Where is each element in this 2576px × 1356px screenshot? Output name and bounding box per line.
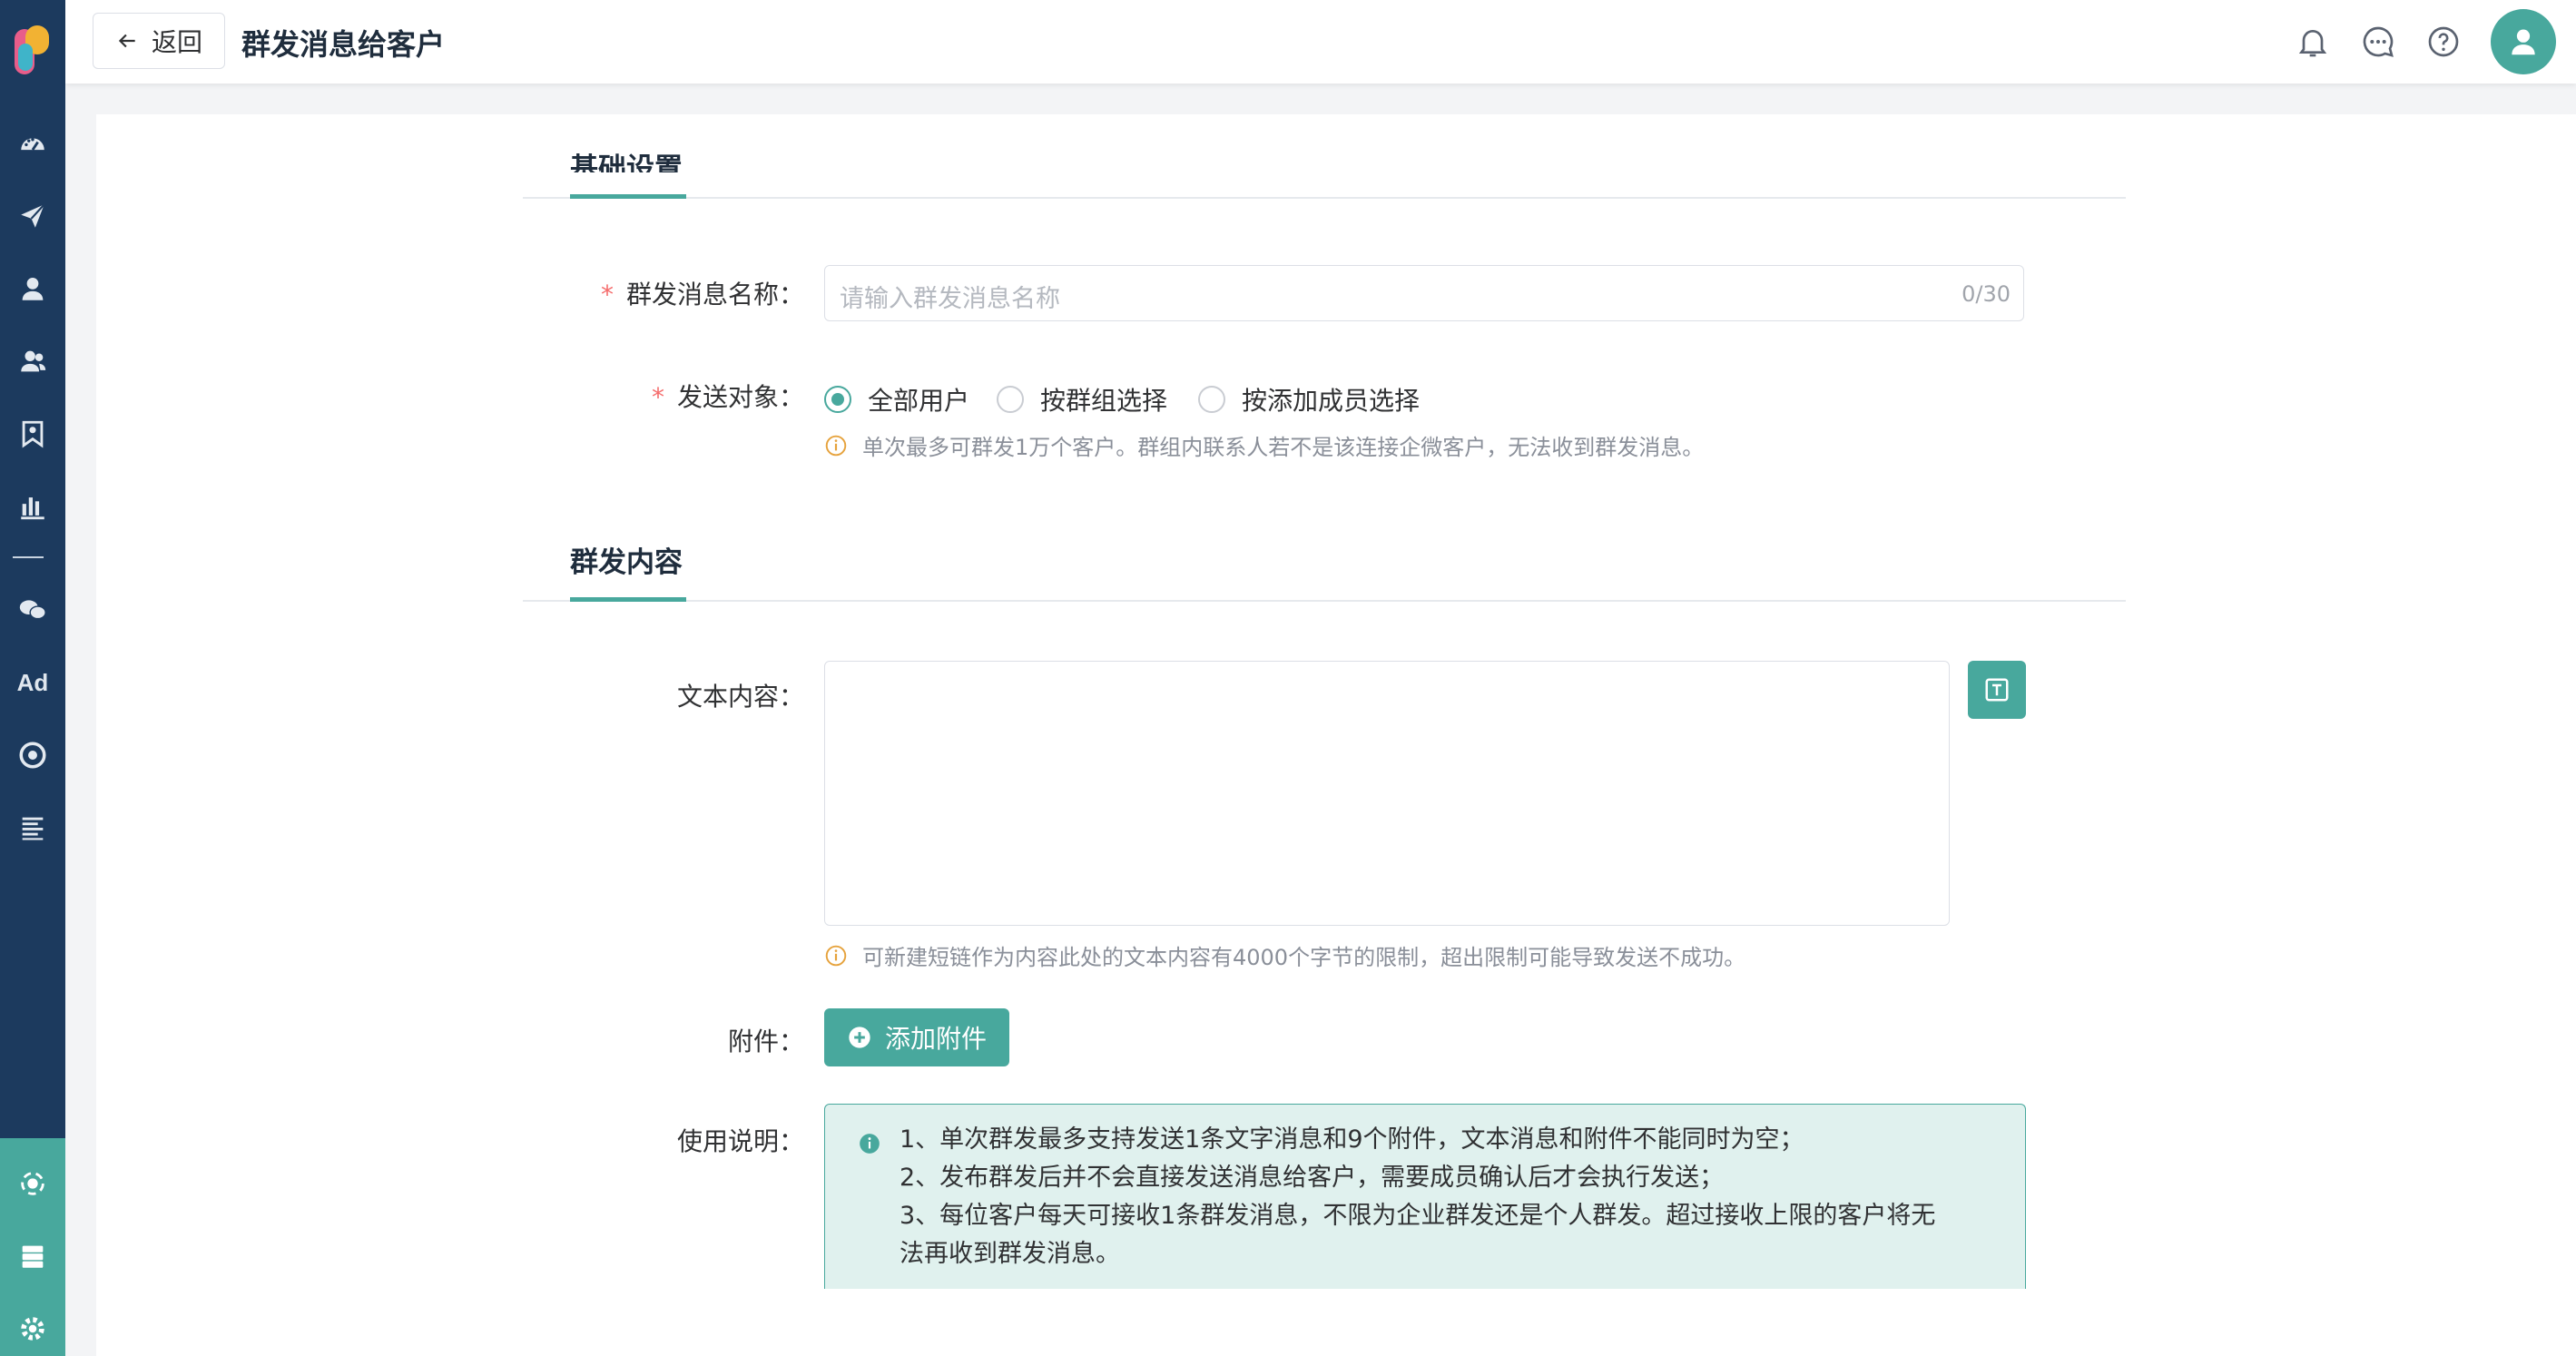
radio-all-users[interactable]: 全部用户: [824, 381, 969, 418]
bell-icon[interactable]: [2295, 24, 2331, 60]
name-char-count: 0/30: [1961, 281, 2011, 307]
insert-text-button[interactable]: [1968, 661, 2026, 719]
content-section-underline: [570, 597, 686, 602]
info-icon: [860, 1134, 880, 1154]
usage-lines: 1、单次群发最多支持发送1条文字消息和9个附件，文本消息和附件不能同时为空； 2…: [900, 1121, 1989, 1273]
form-card: 基础设置 * 群发消息名称： 请输入群发消息名称 0/30 * 发送对象： 全部用户…: [96, 114, 2576, 1356]
usage-line: 1、单次群发最多支持发送1条文字消息和9个附件，文本消息和附件不能同时为空；: [900, 1125, 1804, 1154]
radio-dot: [824, 386, 851, 413]
warning-info-icon: [825, 435, 847, 456]
sidebar-bottom: [0, 1138, 65, 1356]
gear-icon[interactable]: [0, 1302, 65, 1356]
plus-circle-icon: [849, 1027, 870, 1048]
bar-chart-icon[interactable]: [0, 479, 65, 534]
text-format-icon: [1985, 678, 2009, 702]
basic-section-underline: [570, 194, 686, 199]
users-icon[interactable]: [0, 334, 65, 388]
help-icon[interactable]: [2425, 24, 2462, 60]
user-icon[interactable]: [0, 261, 65, 316]
radio-dot: [997, 386, 1024, 413]
name-placeholder: 请输入群发消息名称: [840, 285, 1060, 313]
usage-notice: 1、单次群发最多支持发送1条文字消息和9个附件，文本消息和附件不能同时为空； 2…: [824, 1104, 2026, 1289]
user-avatar-icon: [2512, 29, 2535, 55]
dashboard-icon[interactable]: [0, 116, 65, 171]
bookmark-icon[interactable]: [0, 407, 65, 461]
page-title: 群发消息给客户: [241, 27, 446, 62]
name-input[interactable]: 请输入群发消息名称 0/30: [824, 265, 2024, 321]
paper-plane-icon[interactable]: [0, 189, 65, 243]
sidebar-divider: [13, 556, 44, 558]
add-attachment-button[interactable]: 添加附件: [824, 1008, 1009, 1066]
usage-line: 2、发布群发后并不会直接发送消息给客户，需要成员确认后才会执行发送；: [900, 1164, 1725, 1192]
app-logo[interactable]: [9, 16, 56, 82]
back-label: 返回: [151, 27, 202, 57]
avatar[interactable]: [2491, 9, 2556, 74]
basic-section-title: 基础设置: [570, 152, 683, 172]
server-icon[interactable]: [0, 1229, 65, 1283]
required-mark: *: [600, 280, 614, 310]
text-hint: 可新建短链作为内容此处的文本内容有4000个字节的限制，超出限制可能导致发送不成…: [824, 939, 1745, 971]
required-mark: *: [651, 382, 664, 412]
list-icon[interactable]: [0, 801, 65, 855]
text-content-label: 文本内容：: [676, 682, 804, 712]
ad-label: Ad: [16, 668, 49, 696]
radio-dot: [1198, 386, 1225, 413]
usage-line: 法再收到群发消息。: [900, 1240, 1120, 1268]
network-icon[interactable]: [0, 1156, 65, 1211]
text-content-textarea[interactable]: [824, 661, 1950, 926]
basic-section-divider: [523, 197, 2126, 199]
chat-bubble-icon[interactable]: [2360, 24, 2396, 60]
warning-info-icon: [825, 945, 847, 966]
ad-icon[interactable]: Ad: [0, 655, 65, 710]
content-section-divider: [523, 600, 2126, 602]
radio-by-member[interactable]: 按添加成员选择: [1198, 381, 1420, 418]
usage-label: 使用说明：: [676, 1126, 804, 1156]
attachment-label: 附件：: [727, 1027, 804, 1056]
target-icon[interactable]: [0, 728, 65, 782]
name-label: * 群发消息名称：: [600, 280, 804, 310]
wechat-icon[interactable]: [0, 583, 65, 637]
usage-line: 3、每位客户每天可接收1条群发消息，不限为企业群发还是个人群发。超过接收上限的客…: [900, 1202, 1936, 1230]
arrow-left-icon: [118, 34, 135, 48]
top-bar: 返回 群发消息给客户: [65, 0, 2576, 84]
target-label: * 发送对象：: [651, 382, 804, 412]
radio-by-group[interactable]: 按群组选择: [997, 381, 1167, 418]
basic-section-header: 基础设置: [96, 114, 2576, 172]
sidebar: Ad: [0, 0, 65, 1356]
content-section-title: 群发内容: [570, 546, 683, 579]
back-button[interactable]: 返回: [93, 13, 225, 69]
target-hint: 单次最多可群发1万个客户。群组内联系人若不是该连接企微客户，无法收到群发消息。: [824, 429, 1704, 461]
